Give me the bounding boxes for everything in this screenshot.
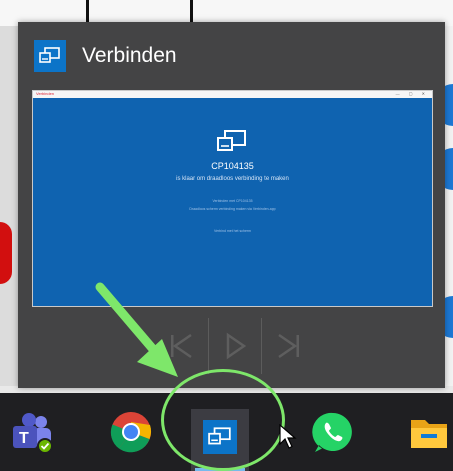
whatsapp-icon (312, 412, 352, 452)
media-controls (155, 318, 315, 374)
taskbar-thumbnail-popup[interactable]: Verbinden Verbinden — ▢ ✕ CP104135 is kl… (18, 22, 445, 388)
popup-title: Verbinden (82, 44, 177, 67)
taskbar-app-file-explorer[interactable] (404, 407, 453, 457)
connect-app-tile (203, 420, 237, 454)
popup-header: Verbinden (18, 22, 445, 90)
device-name: CP104135 (211, 161, 254, 171)
next-button[interactable] (261, 318, 315, 374)
preview-titlebar: Verbinden — ▢ ✕ (33, 91, 432, 98)
teams-icon: T (13, 413, 53, 454)
window-preview[interactable]: Verbinden — ▢ ✕ CP104135 is klaar om dra… (32, 90, 433, 307)
detail-text: Verbind met het scherm (214, 229, 251, 233)
skip-next-icon (277, 333, 299, 359)
taskbar: T (0, 393, 453, 471)
preview-window-title: Verbinden (36, 91, 55, 96)
connect-app-icon (34, 40, 66, 72)
preview-window-controls: — ▢ ✕ (395, 91, 429, 96)
taskbar-app-teams[interactable]: T (8, 407, 58, 457)
previous-button[interactable] (155, 318, 208, 374)
svg-text:T: T (19, 430, 29, 447)
skip-previous-icon (171, 333, 193, 359)
file-explorer-icon (411, 420, 447, 448)
chrome-icon (110, 412, 152, 453)
background-window-left (0, 26, 20, 386)
taskbar-app-whatsapp[interactable] (308, 407, 358, 457)
connect-icon (208, 427, 231, 445)
taskbar-app-chrome[interactable] (106, 407, 156, 457)
instruction-text: is klaar om draadloos verbinding te make… (176, 176, 289, 182)
detail-text: Draadloos scherm verbinding maken via Ve… (189, 207, 276, 211)
taskbar-app-verbinden[interactable] (191, 409, 249, 471)
detail-text: Verbinden met CP104135 (212, 199, 253, 203)
background-red-element (0, 222, 12, 284)
play-button[interactable] (207, 318, 262, 374)
play-icon (226, 332, 247, 360)
mouse-cursor-icon (279, 424, 297, 449)
cast-icon (217, 130, 246, 151)
